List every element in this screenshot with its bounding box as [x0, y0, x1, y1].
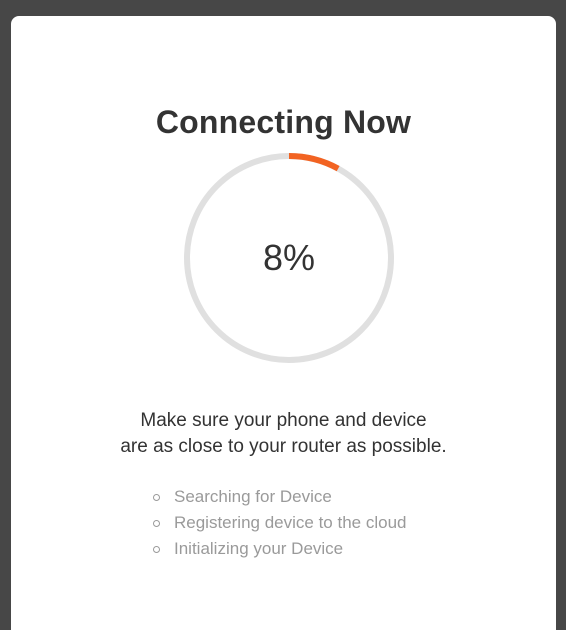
circle-bullet-icon: [153, 545, 160, 553]
connecting-dialog: Connecting Now 8% Make sure your phone a…: [11, 16, 556, 630]
connection-steps: Searching for Device Registering device …: [153, 484, 406, 562]
dialog-title: Connecting Now: [155, 104, 412, 140]
step-item: Searching for Device: [153, 484, 406, 510]
step-label: Searching for Device: [174, 487, 332, 506]
circle-bullet-icon: [153, 519, 160, 527]
step-label: Registering device to the cloud: [174, 513, 407, 532]
step-item: Initializing your Device: [153, 536, 406, 562]
hint-line-1: Make sure your phone and device: [140, 410, 427, 431]
proximity-hint: Make sure your phone and device are as c…: [11, 408, 556, 460]
step-item: Registering device to the cloud: [153, 510, 406, 536]
circle-bullet-icon: [153, 493, 160, 501]
hint-line-2: are as close to your router as possible.: [120, 436, 447, 457]
progress-percent: 8%: [262, 237, 316, 278]
step-label: Initializing your Device: [174, 539, 344, 558]
